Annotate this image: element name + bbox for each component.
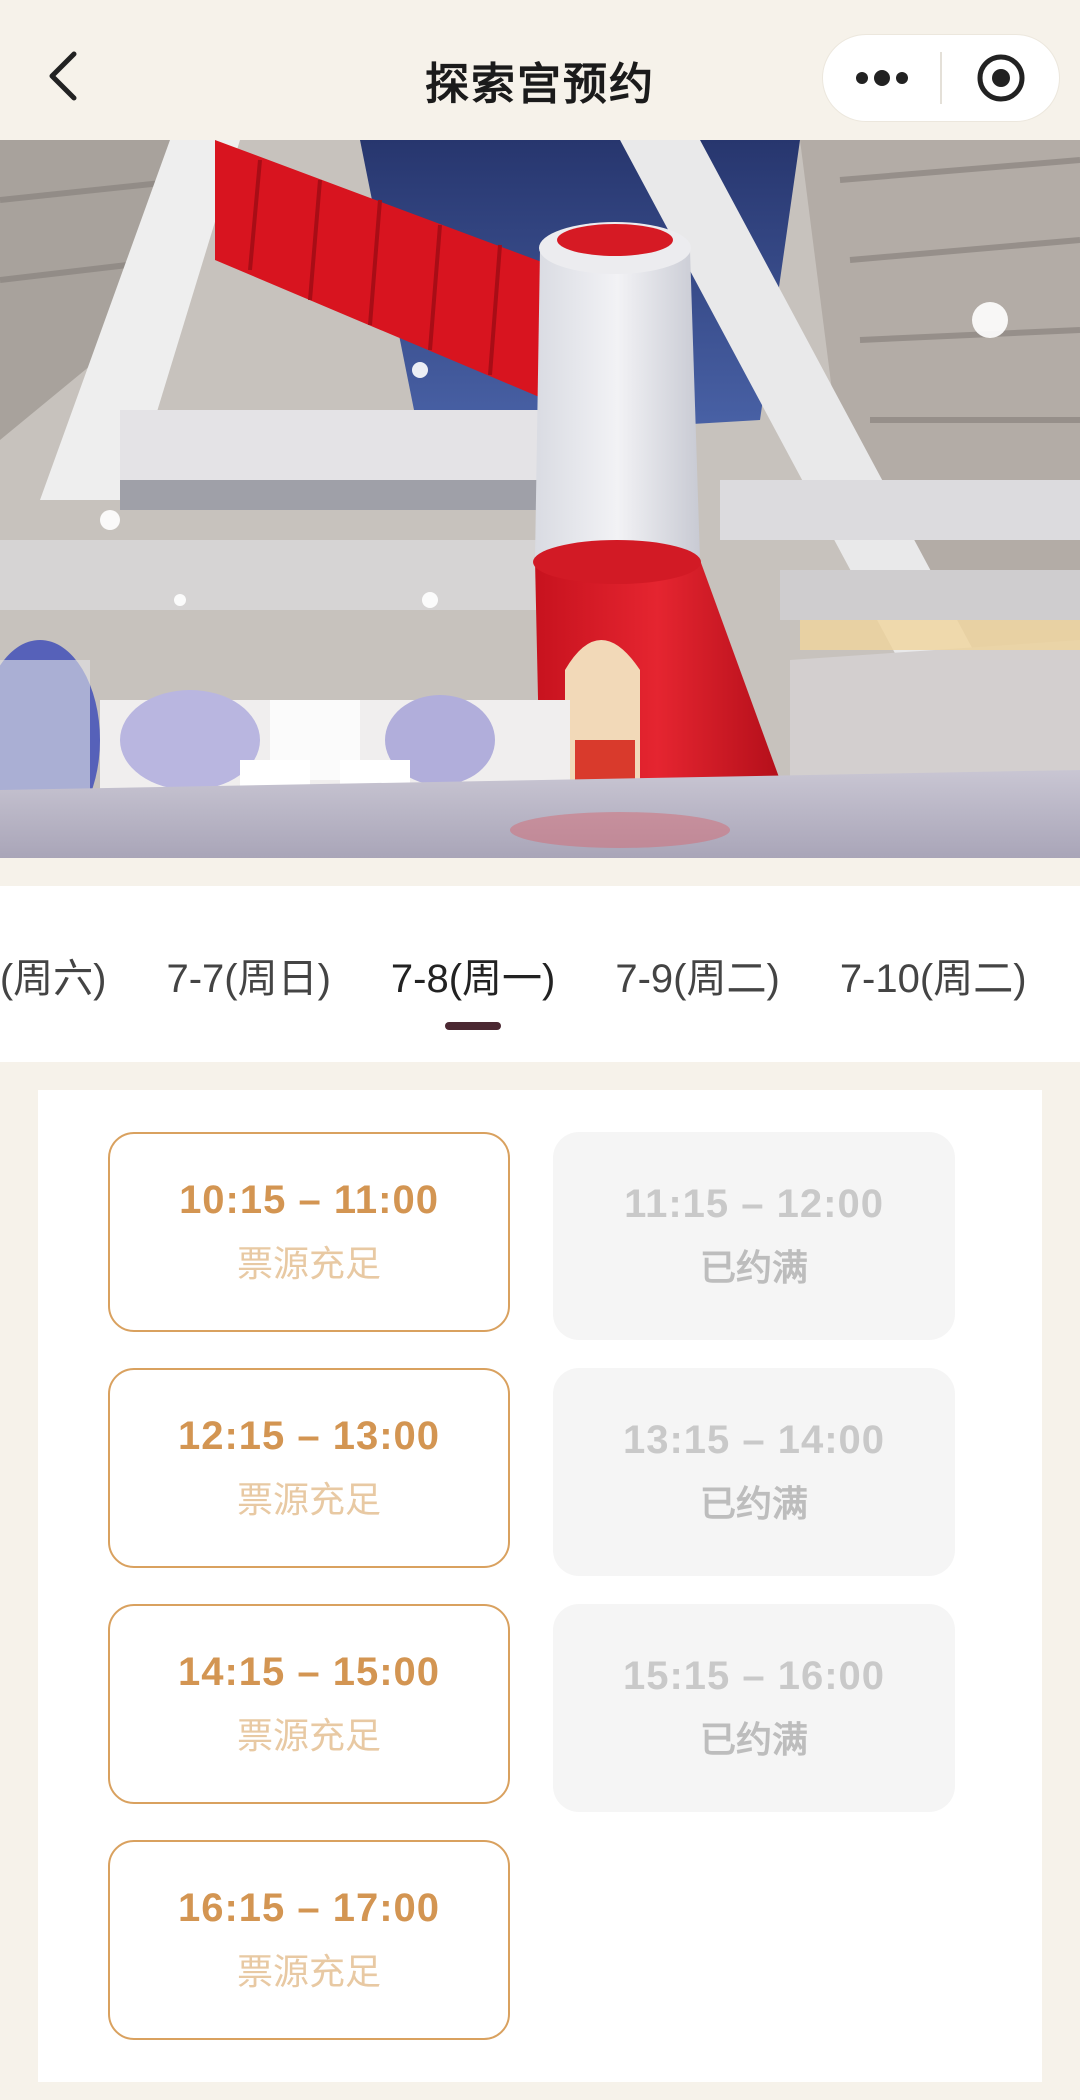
slot-time: 11:15 – 12:00 bbox=[624, 1181, 884, 1226]
tab-label: 7-6(周六) bbox=[0, 957, 107, 1001]
slot-time: 13:15 – 14:00 bbox=[622, 1417, 886, 1462]
slot-time: 16:15 – 17:00 bbox=[177, 1885, 441, 1930]
tab-date-7-6[interactable]: 7-6(周六) bbox=[0, 886, 106, 1062]
time-slot-full: 13:15 – 14:00 已约满 bbox=[553, 1368, 955, 1576]
date-tabs: 7-6(周六) 7-7(周日) 7-8(周一) 7-9(周二) 7-10(周二) bbox=[0, 886, 1080, 1062]
time-slot-available[interactable]: 10:15 – 11:00 票源充足 bbox=[108, 1132, 510, 1332]
close-button[interactable] bbox=[942, 34, 1059, 122]
time-slot-available[interactable]: 14:15 – 15:00 票源充足 bbox=[108, 1604, 510, 1804]
mini-program-capsule bbox=[822, 34, 1060, 122]
hero-image bbox=[0, 140, 1080, 858]
slot-status: 已约满 bbox=[699, 1718, 808, 1760]
more-dots-icon bbox=[855, 70, 908, 86]
nav-bar: 探索宫预约 bbox=[0, 0, 1080, 140]
slot-time: 10:15 – 11:00 bbox=[179, 1177, 439, 1222]
slot-status: 票源充足 bbox=[236, 1242, 381, 1284]
tab-label: 7-9(周二) bbox=[615, 957, 780, 1001]
target-circle-icon bbox=[977, 54, 1024, 102]
venue-photo-illustration bbox=[0, 140, 1080, 858]
more-button[interactable] bbox=[823, 34, 940, 122]
time-slot-full: 15:15 – 16:00 已约满 bbox=[553, 1604, 955, 1812]
slot-status: 票源充足 bbox=[236, 1714, 381, 1756]
tab-label: 7-8(周一) bbox=[390, 957, 556, 1001]
slot-status: 票源充足 bbox=[236, 1950, 381, 1992]
slot-time: 14:15 – 15:00 bbox=[177, 1649, 441, 1694]
tab-date-7-9[interactable]: 7-9(周二) bbox=[615, 886, 779, 1062]
slot-time: 15:15 – 16:00 bbox=[622, 1653, 886, 1698]
time-slot-full: 11:15 – 12:00 已约满 bbox=[553, 1132, 955, 1340]
slot-status: 已约满 bbox=[699, 1482, 808, 1524]
tab-date-7-8[interactable]: 7-8(周一) bbox=[391, 886, 555, 1062]
tab-date-7-7[interactable]: 7-7(周日) bbox=[166, 886, 330, 1062]
time-slot-panel: 10:15 – 11:00 票源充足 11:15 – 12:00 已约满 12:… bbox=[38, 1090, 1042, 2082]
tab-label: 7-10(周二) bbox=[839, 957, 1027, 1001]
date-tabs-track: 7-6(周六) 7-7(周日) 7-8(周一) 7-9(周二) 7-10(周二) bbox=[0, 886, 1080, 1062]
active-tab-indicator bbox=[445, 1022, 502, 1030]
time-slot-available[interactable]: 16:15 – 17:00 票源充足 bbox=[108, 1840, 510, 2040]
slot-time: 12:15 – 13:00 bbox=[177, 1413, 441, 1458]
time-slot-available[interactable]: 12:15 – 13:00 票源充足 bbox=[108, 1368, 510, 1568]
slot-status: 已约满 bbox=[699, 1246, 808, 1288]
tab-label: 7-7(周日) bbox=[166, 957, 331, 1001]
slot-status: 票源充足 bbox=[236, 1478, 381, 1520]
tab-date-7-10[interactable]: 7-10(周二) bbox=[840, 886, 1027, 1062]
